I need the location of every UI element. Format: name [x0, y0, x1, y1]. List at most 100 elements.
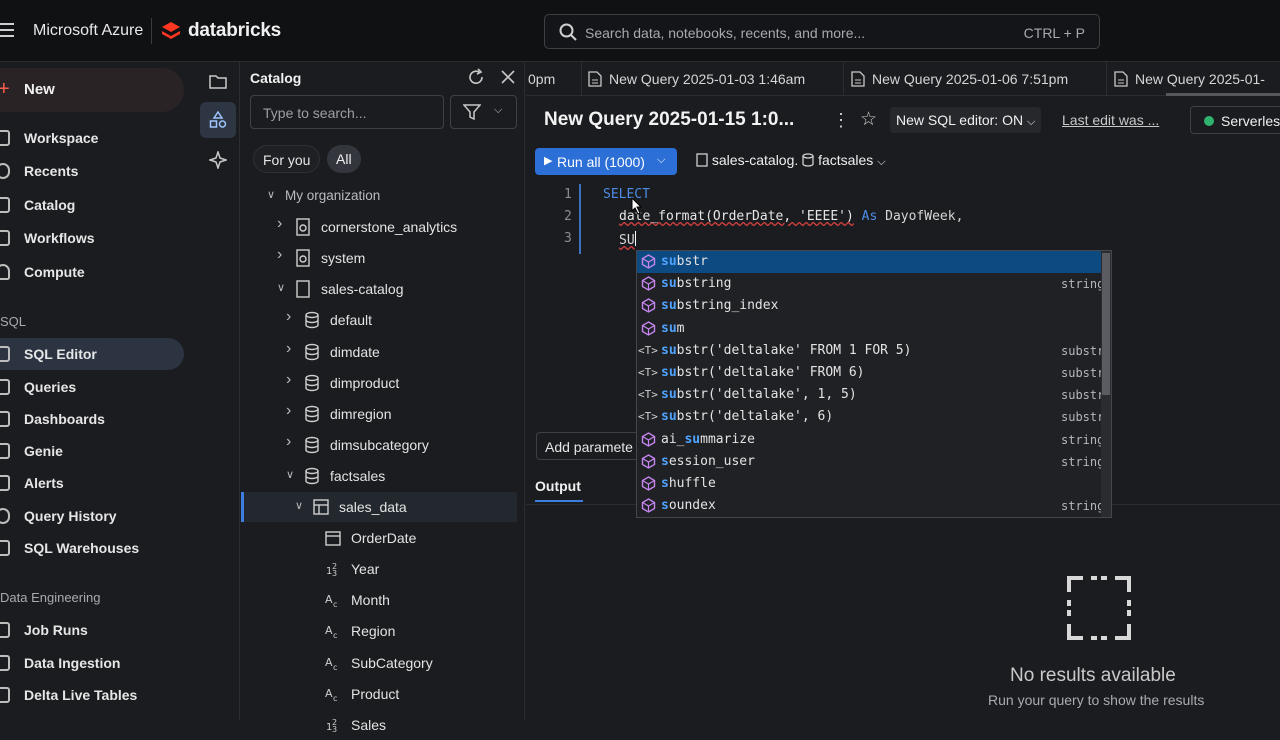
left-navigation: + New Workspace Recents Catalog Workflow…	[0, 62, 196, 720]
nav-sql-editor[interactable]: SQL Editor	[0, 338, 184, 370]
tree-item[interactable]: OrderDate	[241, 523, 517, 553]
chevron-right-icon[interactable]: ›	[286, 371, 291, 389]
autocomplete-item[interactable]: sum	[637, 318, 1101, 340]
svg-text:A: A	[325, 656, 333, 669]
nav-dashboards[interactable]: Dashboards	[0, 403, 184, 435]
refresh-icon[interactable]	[467, 68, 485, 86]
tab-output[interactable]: Output	[535, 478, 581, 494]
nav-catalog[interactable]: Catalog	[0, 189, 184, 221]
assistant-button[interactable]	[200, 142, 236, 178]
autocomplete-item[interactable]: <T> substr('deltalake' FROM 6) substr	[637, 362, 1104, 384]
star-icon[interactable]: ☆	[860, 108, 877, 131]
chevron-right-icon[interactable]: ›	[286, 402, 291, 420]
add-parameter-button[interactable]: Add paramete	[536, 432, 646, 460]
autocomplete-item[interactable]: <T> substr('deltalake' FROM 1 FOR 5) subst…	[637, 340, 1104, 362]
tree-item-label: Sales	[351, 716, 387, 733]
tree-item[interactable]: › dimregion	[241, 399, 517, 429]
autocomplete-dropdown: substr substring string substring_index sum <…	[636, 250, 1112, 518]
autocomplete-item[interactable]: session_user string	[637, 451, 1104, 473]
autocomplete-item[interactable]: <T> substr('deltalake', 1, 5) substr	[637, 384, 1104, 406]
run-all-button[interactable]: ▶ Run all (1000) ⌵	[535, 148, 677, 175]
nav-data-ingestion[interactable]: Data Ingestion	[0, 647, 184, 679]
chevron-right-icon[interactable]: ›	[286, 340, 291, 358]
nav-delta-live-tables[interactable]: Delta Live Tables	[0, 679, 184, 711]
nav-queries[interactable]: Queries	[0, 371, 184, 403]
tree-item[interactable]: ∨ sales-catalog	[241, 274, 517, 304]
nav-query-history[interactable]: Query History	[0, 500, 184, 532]
query-tab[interactable]: New Query 2025-01-03 1:46am	[582, 62, 844, 96]
top-bar: Microsoft Azure databricks Search data, …	[0, 0, 1280, 62]
nav-alerts[interactable]: Alerts	[0, 467, 184, 499]
autocomplete-item[interactable]: soundex string	[637, 495, 1104, 517]
catalog-filter-button[interactable]: ⌵	[450, 95, 517, 129]
nav-sql-warehouses[interactable]: SQL Warehouses	[0, 532, 184, 564]
chip-for-you[interactable]: For you	[253, 145, 321, 173]
last-edit-link[interactable]: Last edit was ...	[1062, 112, 1159, 128]
function-cube-icon	[641, 254, 656, 273]
sql-editor-toggle[interactable]: New SQL editor: ON ⌵	[890, 107, 1042, 133]
nav-label: Dashboards	[24, 411, 105, 427]
tree-item[interactable]: Ac Region	[241, 616, 517, 646]
tree-item[interactable]: Ac Month	[241, 585, 517, 615]
nav-label: Catalog	[24, 197, 76, 213]
tree-item[interactable]: › cornerstone_analytics	[241, 212, 517, 242]
tree-item[interactable]: Ac SubCategory	[241, 648, 517, 678]
query-title[interactable]: New Query 2025-01-15 1:0...	[544, 109, 794, 131]
more-options-icon[interactable]: ⋮	[832, 110, 850, 131]
new-button[interactable]: + New	[0, 68, 184, 112]
tree-item[interactable]: › default	[241, 305, 517, 335]
tree-item[interactable]: › system	[241, 243, 517, 273]
autocomplete-item[interactable]: substring string	[637, 273, 1104, 295]
tree-item[interactable]: 1 2 3 Sales	[241, 710, 517, 740]
autocomplete-scrollbar[interactable]	[1101, 251, 1111, 517]
autocomplete-item[interactable]: substring_index	[637, 295, 1101, 317]
nav-workspace[interactable]: Workspace	[0, 122, 184, 154]
nav-compute[interactable]: Compute	[0, 256, 184, 288]
chevron-right-icon[interactable]: ›	[277, 215, 282, 233]
tree-item[interactable]: ∨ My organization	[241, 181, 517, 211]
autocomplete-item[interactable]: <T> substr('deltalake', 6) substr	[637, 406, 1104, 428]
tree-item[interactable]: › dimproduct	[241, 368, 517, 398]
query-tab[interactable]: New Query 2025-01-	[1108, 62, 1280, 96]
chevron-right-icon[interactable]: ›	[277, 246, 282, 264]
tree-item[interactable]: Ac Product	[241, 679, 517, 709]
catalog-search-input[interactable]: Type to search...	[250, 95, 444, 129]
compute-selector[interactable]: Serverless	[1190, 106, 1280, 134]
chevron-down-icon[interactable]: ∨	[295, 499, 303, 512]
nav-recents[interactable]: Recents	[0, 155, 184, 187]
nav-workflows[interactable]: Workflows	[0, 222, 184, 254]
chevron-right-icon[interactable]: ›	[286, 433, 291, 451]
tree-item-label: system	[321, 250, 366, 267]
catalog-schema-selector[interactable]: sales-catalog. factsales ⌵	[696, 152, 886, 169]
global-search-input[interactable]: Search data, notebooks, recents, and mor…	[544, 14, 1100, 49]
autocomplete-item[interactable]: ai_summarize string	[637, 429, 1104, 451]
nav-genie[interactable]: Genie	[0, 435, 184, 467]
tree-item[interactable]: › dimdate	[241, 337, 517, 367]
history-icon	[0, 508, 10, 524]
tree-item[interactable]: ∨ factsales	[241, 461, 517, 491]
tree-item[interactable]: 1 2 3 Year	[241, 554, 517, 584]
tab-scrollbar[interactable]	[1166, 93, 1280, 96]
code-line-3[interactable]: SU	[619, 231, 636, 248]
workspace-browser-button[interactable]	[200, 64, 236, 100]
catalog-browser-button[interactable]	[200, 102, 236, 138]
query-tab[interactable]: 0pm	[526, 62, 582, 96]
function-cube-icon	[641, 320, 656, 340]
chevron-down-icon[interactable]: ∨	[277, 281, 285, 294]
scrollbar-thumb[interactable]	[1102, 253, 1110, 395]
close-icon[interactable]	[500, 69, 516, 85]
autocomplete-item[interactable]: shuffle	[637, 473, 1101, 495]
tree-item[interactable]: › dimsubcategory	[241, 430, 517, 460]
folder-icon	[209, 75, 227, 89]
nav-job-runs[interactable]: Job Runs	[0, 614, 184, 646]
hamburger-menu-icon[interactable]	[0, 23, 14, 39]
chevron-right-icon[interactable]: ›	[286, 308, 291, 326]
chevron-down-icon[interactable]: ∨	[267, 188, 275, 201]
chevron-down-icon[interactable]: ∨	[286, 468, 294, 481]
product-name[interactable]: databricks	[188, 20, 281, 42]
query-tab[interactable]: New Query 2025-01-06 7:51pm	[845, 62, 1107, 96]
code-line-2[interactable]: date_format(OrderDate, 'EEEE') As DayofW…	[619, 209, 963, 224]
autocomplete-item[interactable]: substr	[637, 251, 1101, 273]
chip-all[interactable]: All	[327, 145, 361, 173]
tree-item[interactable]: ∨ sales_data	[241, 492, 517, 522]
